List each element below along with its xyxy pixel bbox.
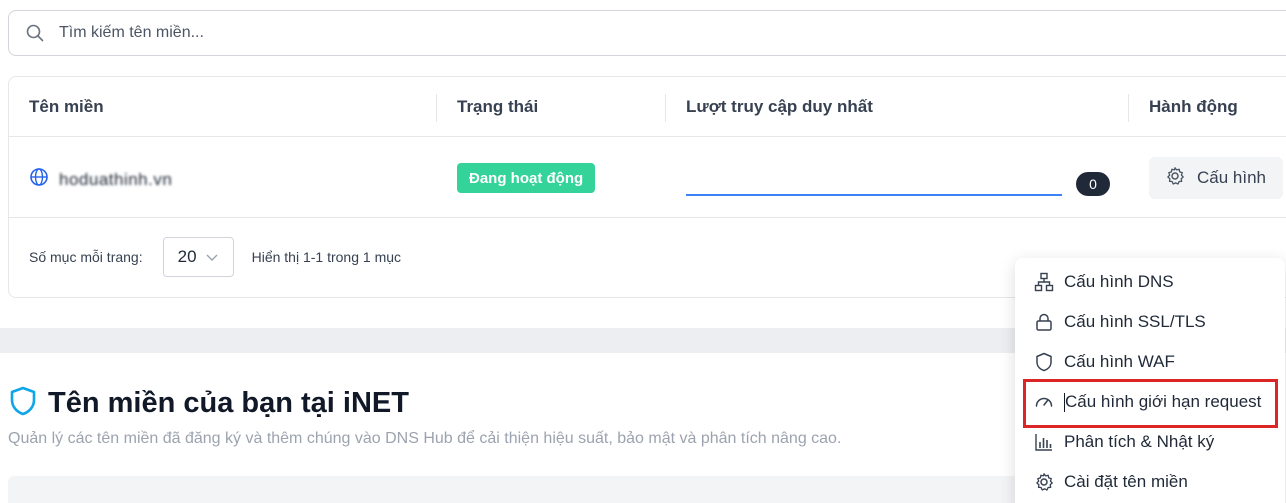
- column-divider: [436, 94, 437, 122]
- shield-icon: [10, 386, 36, 421]
- menu-item-waf[interactable]: Cấu hình WAF: [1015, 342, 1285, 382]
- per-page-value: 20: [177, 247, 197, 266]
- menu-item-domain-settings[interactable]: Cài đặt tên miền: [1015, 462, 1285, 502]
- lock-icon: [1034, 312, 1054, 332]
- bar-chart-icon: [1034, 432, 1054, 452]
- chevron-down-icon: [205, 250, 219, 264]
- configure-button[interactable]: Cấu hình: [1149, 157, 1283, 199]
- per-page-label: Số mục mỗi trang:: [29, 249, 143, 265]
- per-page-select[interactable]: 20: [162, 237, 234, 277]
- visits-bar: [686, 194, 1062, 196]
- status-badge: Đang hoạt động: [457, 163, 596, 193]
- domain-name[interactable]: hoduathinh.vn: [59, 170, 172, 190]
- menu-item-label: Phân tích & Nhật ký: [1064, 432, 1215, 451]
- network-icon: [1034, 272, 1054, 292]
- column-divider: [665, 94, 666, 122]
- menu-item-label: Cấu hình giới hạn request: [1065, 392, 1262, 411]
- gear-icon: [1034, 472, 1054, 492]
- header-domain: Tên miền: [29, 97, 104, 116]
- search-placeholder: Tìm kiếm tên miền...: [59, 24, 204, 41]
- menu-item-label: Cấu hình DNS: [1064, 272, 1174, 291]
- header-status: Trạng thái: [457, 97, 539, 116]
- menu-item-label: Cài đặt tên miền: [1064, 472, 1188, 491]
- section-header: Tên miền của bạn tại iNET: [10, 386, 409, 421]
- domain-cell: hoduathinh.vn: [29, 167, 172, 192]
- configure-label: Cấu hình: [1197, 168, 1266, 187]
- globe-icon: [29, 167, 49, 192]
- table-row: hoduathinh.vn Đang hoạt động 0 Cấu hình: [9, 138, 1286, 218]
- menu-item-ssl-tls[interactable]: Cấu hình SSL/TLS: [1015, 302, 1285, 342]
- section-description: Quản lý các tên miền đã đăng ký và thêm …: [8, 430, 842, 447]
- shield-icon: [1034, 352, 1054, 372]
- search-icon: [25, 23, 45, 43]
- header-unique-visits: Lượt truy cập duy nhất: [686, 97, 873, 116]
- column-divider: [1128, 94, 1129, 122]
- pagination: Số mục mỗi trang: 20 Hiển thị 1-1 trong …: [29, 237, 401, 277]
- actions-dropdown-menu: Cấu hình DNS Cấu hình SSL/TLS Cấu hình W…: [1015, 258, 1285, 503]
- search-input[interactable]: Tìm kiếm tên miền...: [8, 10, 1286, 56]
- content-panel: [8, 476, 1018, 503]
- menu-item-analytics-logs[interactable]: Phân tích & Nhật ký: [1015, 422, 1285, 462]
- header-actions: Hành động: [1149, 97, 1238, 116]
- gauge-icon: [1034, 392, 1054, 412]
- menu-item-dns[interactable]: Cấu hình DNS: [1015, 262, 1285, 302]
- table-header: Tên miền Trạng thái Lượt truy cập duy nh…: [9, 77, 1286, 137]
- menu-item-rate-limit[interactable]: Cấu hình giới hạn request: [1015, 382, 1285, 422]
- section-title: Tên miền của bạn tại iNET: [48, 387, 409, 419]
- menu-item-label: Cấu hình SSL/TLS: [1064, 312, 1206, 331]
- menu-item-label: Cấu hình WAF: [1064, 352, 1175, 371]
- visits-count: 0: [1076, 172, 1110, 196]
- gear-icon: [1165, 166, 1185, 191]
- pagination-info: Hiển thị 1-1 trong 1 mục: [251, 249, 402, 265]
